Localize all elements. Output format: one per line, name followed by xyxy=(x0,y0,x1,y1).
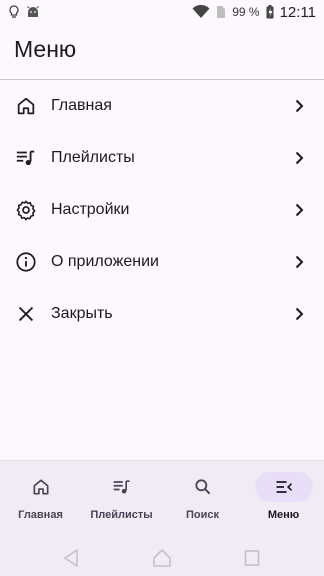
chevron-right-icon xyxy=(295,307,304,321)
chevron-right-icon xyxy=(295,99,304,113)
menu-item-label: О приложении xyxy=(51,253,159,270)
recents-icon[interactable] xyxy=(244,548,260,568)
menu-list: Главная Плейлисты Настройки О приложении… xyxy=(0,80,324,340)
nav-label: Меню xyxy=(267,509,300,521)
android-robot-icon xyxy=(27,6,39,17)
back-icon[interactable] xyxy=(62,548,80,568)
nav-label: Поиск xyxy=(185,509,219,521)
wifi-icon xyxy=(192,5,210,18)
menu-item-home[interactable]: Главная xyxy=(0,80,324,132)
chevron-right-icon xyxy=(295,203,304,217)
chevron-right-icon xyxy=(295,255,304,269)
home-button-icon[interactable] xyxy=(152,548,172,568)
close-icon xyxy=(18,306,34,322)
menu-icon xyxy=(276,481,292,493)
nav-tab-menu[interactable]: Меню xyxy=(243,461,324,541)
menu-item-settings[interactable]: Настройки xyxy=(0,184,324,236)
bottom-navigation: Главная Плейлисты Поиск Меню xyxy=(0,460,324,541)
menu-item-close[interactable]: Закрыть xyxy=(0,288,324,340)
clock: 12:11 xyxy=(279,3,316,21)
menu-item-label: Плейлисты xyxy=(51,149,135,166)
nav-indicator xyxy=(254,472,313,502)
nav-indicator xyxy=(12,472,70,502)
nav-label: Плейлисты xyxy=(90,509,153,521)
page-title: Меню xyxy=(14,36,77,62)
sim-icon xyxy=(217,6,226,18)
chevron-right-icon xyxy=(295,151,304,165)
system-navigation-bar xyxy=(0,540,324,576)
search-icon xyxy=(194,479,210,495)
menu-item-label: Главная xyxy=(51,97,112,114)
info-icon xyxy=(16,252,36,272)
nav-tab-home[interactable]: Главная xyxy=(0,461,81,541)
nav-tab-playlists[interactable]: Плейлисты xyxy=(81,461,162,541)
gear-icon xyxy=(16,200,36,221)
battery-charging-icon xyxy=(266,5,274,19)
battery-percent: 99 % xyxy=(232,5,260,19)
menu-item-label: Настройки xyxy=(51,201,130,218)
status-bar: 99 % 12:11 xyxy=(0,0,324,24)
lightbulb-icon xyxy=(9,5,19,18)
home-icon xyxy=(33,479,49,495)
menu-item-playlists[interactable]: Плейлисты xyxy=(0,132,324,184)
nav-indicator xyxy=(174,472,232,502)
nav-indicator xyxy=(93,472,151,502)
menu-item-label: Закрыть xyxy=(51,305,113,322)
playlist-icon xyxy=(113,480,129,494)
menu-item-about[interactable]: О приложении xyxy=(0,236,324,288)
home-icon xyxy=(17,97,35,115)
playlist-icon xyxy=(16,150,35,166)
nav-tab-search[interactable]: Поиск xyxy=(162,461,243,541)
nav-label: Главная xyxy=(18,509,63,521)
